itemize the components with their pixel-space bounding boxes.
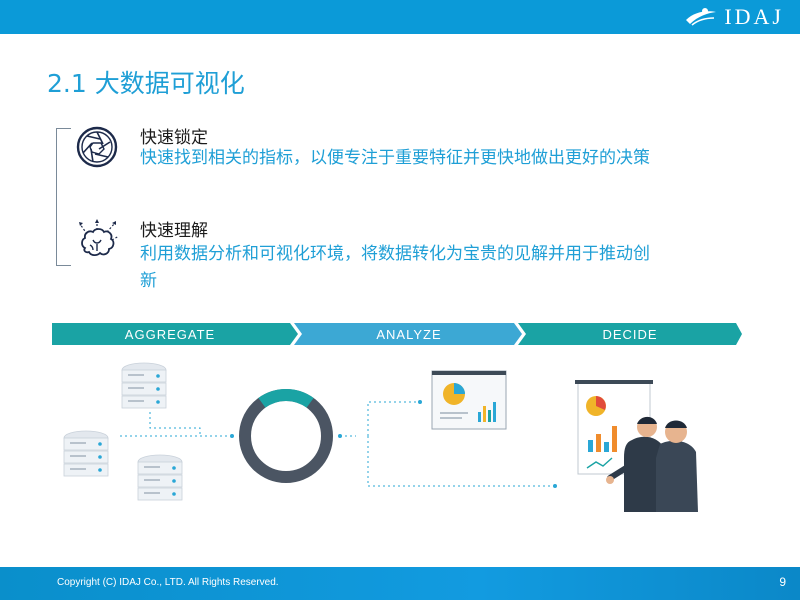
server-icon [121,362,167,409]
brain-icon [75,218,120,262]
logo-swoosh-icon [686,8,717,26]
page-title: 2.1 大数据可视化 [47,69,245,98]
company-logo: IDAJ [684,6,784,28]
aperture-icon [75,125,119,169]
header-bar: IDAJ [0,0,800,34]
workflow-diagram [63,362,698,512]
dashboard-icon [431,370,507,430]
server-icon [63,430,109,477]
item-description-understand-line2: 新 [140,271,157,291]
item-description-understand-line1: 利用数据分析和可视化环境，将数据转化为宝贵的见解并用于推动创 [140,244,650,264]
item-description-lock: 快速找到相关的指标，以便专注于重要特征并更快地做出更好的决策 [140,148,650,168]
list-bracket [56,128,71,266]
footer-bar: Copyright (C) IDAJ Co., LTD. All Rights … [0,567,800,600]
item-title-understand: 快速理解 [140,221,208,241]
logo-text: IDAJ [724,4,784,29]
presentation-scene-icon [575,380,698,512]
copyright-text: Copyright (C) IDAJ Co., LTD. All Rights … [57,577,279,588]
donut-chart-icon [239,389,333,483]
server-icon [137,454,183,501]
page-number: 9 [779,575,786,589]
